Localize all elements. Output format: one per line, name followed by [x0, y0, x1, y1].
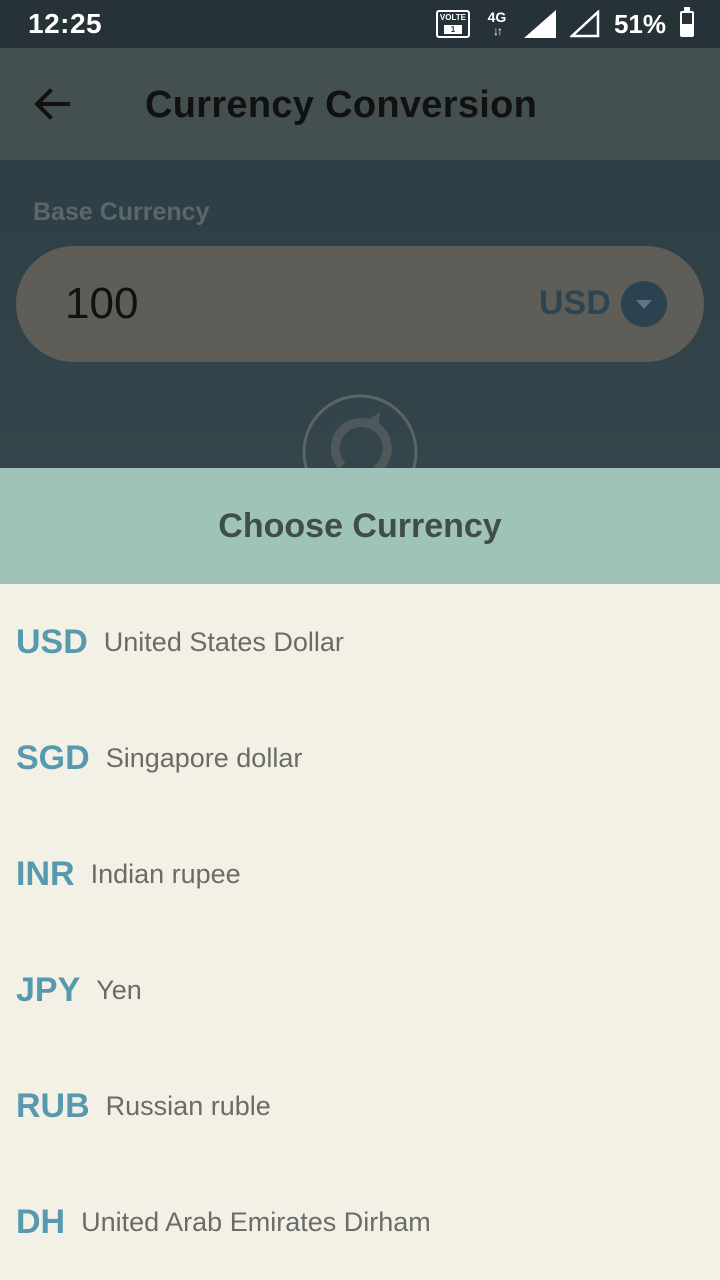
currency-option-jpy[interactable]: JPY Yen: [0, 932, 720, 1048]
currency-code: JPY: [16, 970, 81, 1009]
base-currency-label: Base Currency: [33, 198, 210, 226]
signal-empty-icon: [569, 10, 600, 38]
back-arrow-icon[interactable]: [30, 82, 74, 126]
currency-code: RUB: [16, 1086, 90, 1125]
currency-list: USD United States Dollar SGD Singapore doll…: [0, 584, 720, 1280]
currency-name: United States Dollar: [103, 626, 344, 657]
volte-icon: VOLTE 1: [435, 10, 470, 38]
currency-code: INR: [16, 854, 75, 893]
picker-title: Choose Currency: [218, 506, 502, 545]
battery-percent: 51%: [613, 8, 666, 39]
currency-code: SGD: [16, 738, 90, 777]
currency-option-rub[interactable]: RUB Russian ruble: [0, 1048, 720, 1164]
app-bar: Currency Conversion: [0, 48, 720, 160]
currency-picker-sheet: Choose Currency USD United States Dollar S…: [0, 468, 720, 1280]
volte-sim: 1: [443, 25, 462, 34]
currency-option-inr[interactable]: INR Indian rupee: [0, 816, 720, 932]
conversion-form: Base Currency 100 USD: [0, 160, 720, 510]
volte-label: VOLTE: [439, 13, 466, 22]
status-bar: 12:25 VOLTE 1 4G ↓↑ 51%: [0, 0, 720, 48]
chevron-down-icon[interactable]: [621, 281, 667, 327]
status-time: 12:25: [28, 8, 103, 39]
base-amount-value[interactable]: 100: [65, 279, 138, 329]
network-type-icon: 4G ↓↑: [484, 10, 510, 38]
network-label: 4G: [487, 9, 507, 25]
currency-option-sgd[interactable]: SGD Singapore dollar: [0, 700, 720, 816]
currency-option-dh[interactable]: DH United Arab Emirates Dirham: [0, 1164, 720, 1280]
signal-full-icon: [523, 10, 556, 38]
currency-name: Singapore dollar: [105, 742, 303, 773]
battery-level: [682, 23, 692, 35]
network-arrows: ↓↑: [492, 24, 503, 38]
base-currency-code[interactable]: USD: [539, 284, 611, 323]
currency-name: Yen: [96, 974, 142, 1005]
page-title: Currency Conversion: [145, 84, 538, 126]
status-icons: VOLTE 1 4G ↓↑ 51%: [435, 6, 694, 42]
currency-code: DH: [16, 1202, 66, 1241]
currency-option-usd[interactable]: USD United States Dollar: [0, 584, 720, 700]
currency-name: Russian ruble: [105, 1090, 271, 1121]
battery-icon: [680, 7, 694, 37]
currency-code: USD: [16, 622, 88, 661]
currency-name: United Arab Emirates Dirham: [81, 1206, 431, 1237]
currency-name: Indian rupee: [90, 858, 241, 889]
base-amount-field[interactable]: 100 USD: [16, 246, 704, 362]
picker-header: Choose Currency: [0, 468, 720, 584]
